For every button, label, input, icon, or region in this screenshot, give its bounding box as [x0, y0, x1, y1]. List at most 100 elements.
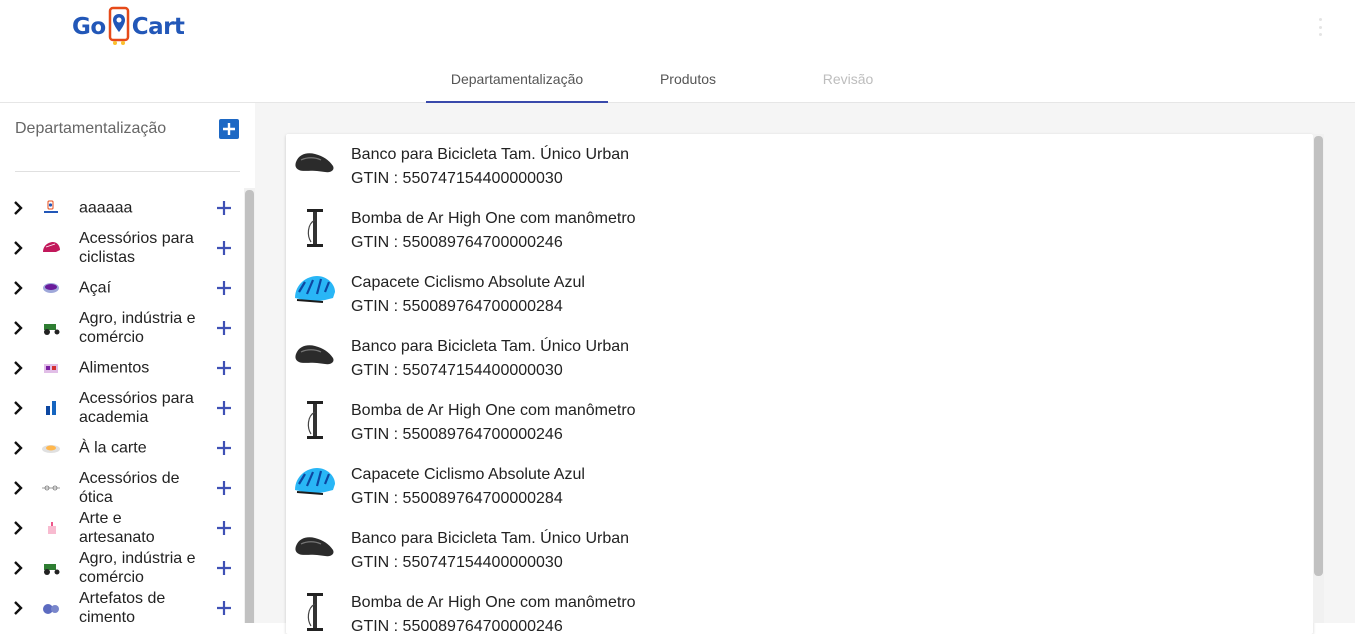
product-gtin: GTIN : 550089764700000246 — [351, 618, 563, 634]
tractor-thumb — [44, 564, 60, 575]
add-subdepartment-icon[interactable] — [216, 240, 232, 256]
department-label: Acessórios de ótica — [79, 470, 180, 506]
chevron-right-icon[interactable] — [11, 401, 25, 415]
tab-departamentalizacao[interactable]: Departamentalização — [426, 56, 608, 103]
department-label: Acessórios para academia — [79, 390, 194, 426]
product-name: Bomba de Ar High One com manômetro — [351, 402, 636, 419]
dumbbell-thumb — [46, 401, 56, 415]
chevron-right-icon[interactable] — [11, 481, 25, 495]
product-row[interactable]: Banco para Bicicleta Tam. Único Urban GT… — [286, 326, 1313, 390]
add-subdepartment-icon[interactable] — [216, 400, 232, 416]
product-list-card: Banco para Bicicleta Tam. Único Urban GT… — [286, 134, 1313, 634]
department-label: Agro, indústria e comércio — [79, 310, 196, 346]
add-subdepartment-icon[interactable] — [216, 560, 232, 576]
product-name: Capacete Ciclismo Absolute Azul — [351, 274, 585, 291]
department-item[interactable]: Alimentos — [0, 348, 245, 388]
department-item[interactable]: Artefatos de cimento — [0, 588, 245, 623]
department-item[interactable]: aaaaaa — [0, 188, 245, 228]
bike-seat-icon — [295, 153, 334, 173]
department-item[interactable]: Acessórios para academia — [0, 388, 245, 428]
product-name: Bomba de Ar High One com manômetro — [351, 594, 636, 611]
product-row[interactable]: Bomba de Ar High One com manômetro GTIN … — [286, 582, 1313, 634]
product-row[interactable]: Capacete Ciclismo Absolute Azul GTIN : 5… — [286, 262, 1313, 326]
food-thumb — [44, 364, 58, 373]
department-label: Açaí — [79, 279, 112, 297]
add-subdepartment-icon[interactable] — [216, 280, 232, 296]
chevron-right-icon[interactable] — [11, 601, 25, 615]
gocart-logo-thumb — [44, 200, 58, 213]
product-list-scroll-thumb[interactable] — [1314, 136, 1323, 576]
app-header: Go Cart Departamentalização Produtos Rev… — [0, 0, 1355, 103]
add-subdepartment-icon[interactable] — [216, 480, 232, 496]
product-name: Bomba de Ar High One com manômetro — [351, 210, 636, 227]
chevron-right-icon[interactable] — [11, 361, 25, 375]
add-subdepartment-icon[interactable] — [216, 200, 232, 216]
department-item[interactable]: Acessórios de ótica — [0, 468, 245, 508]
add-subdepartment-icon[interactable] — [216, 520, 232, 536]
product-row[interactable]: Banco para Bicicleta Tam. Único Urban GT… — [286, 518, 1313, 582]
add-subdepartment-icon[interactable] — [216, 600, 232, 616]
chevron-right-icon[interactable] — [11, 241, 25, 255]
product-gtin: GTIN : 550089764700000284 — [351, 298, 563, 315]
department-label: Alimentos — [79, 359, 150, 377]
bike-seat-icon — [295, 345, 334, 365]
plus-icon — [223, 123, 235, 135]
department-item[interactable]: Açaí — [0, 268, 245, 308]
product-row[interactable]: Banco para Bicicleta Tam. Único Urban GT… — [286, 134, 1313, 198]
department-label: À la carte — [79, 439, 147, 457]
sidebar-scroll-thumb[interactable] — [245, 190, 254, 623]
chevron-right-icon[interactable] — [11, 281, 25, 295]
product-row[interactable]: Bomba de Ar High One com manômetro GTIN … — [286, 198, 1313, 262]
department-label: Artefatos de cimento — [79, 590, 166, 623]
sidebar-divider — [15, 171, 240, 172]
chevron-right-icon[interactable] — [11, 321, 25, 335]
product-name: Banco para Bicicleta Tam. Único Urban — [351, 146, 630, 163]
department-item[interactable]: Acessórios para ciclistas — [0, 228, 245, 268]
department-label: aaaaaa — [79, 199, 133, 217]
helmet-icon — [295, 276, 335, 303]
logo-text-cart: Cart — [131, 14, 185, 40]
chevron-right-icon[interactable] — [11, 561, 25, 575]
helmet-icon — [295, 468, 335, 495]
department-label: Agro, indústria e comércio — [79, 550, 196, 586]
product-row[interactable]: Bomba de Ar High One com manômetro GTIN … — [286, 390, 1313, 454]
product-gtin: GTIN : 550089764700000284 — [351, 490, 563, 507]
air-pump-icon — [307, 209, 323, 247]
tractor-thumb — [44, 324, 60, 335]
acai-bowl-thumb — [43, 283, 59, 293]
bike-seat-icon — [295, 537, 334, 557]
add-subdepartment-icon[interactable] — [216, 360, 232, 376]
chevron-right-icon[interactable] — [11, 441, 25, 455]
sidebar-scrollbar[interactable] — [244, 188, 255, 623]
helmet-thumb — [43, 242, 60, 252]
product-gtin: GTIN : 550747154400000030 — [351, 362, 563, 379]
product-name: Banco para Bicicleta Tam. Único Urban — [351, 338, 630, 355]
more-options-icon[interactable] — [1317, 18, 1323, 36]
location-pin-icon — [108, 6, 129, 45]
product-gtin: GTIN : 550747154400000030 — [351, 170, 563, 187]
product-name: Banco para Bicicleta Tam. Único Urban — [351, 530, 630, 547]
department-item[interactable]: À la carte — [0, 428, 245, 468]
add-subdepartment-icon[interactable] — [216, 320, 232, 336]
tab-produtos[interactable]: Produtos — [608, 56, 768, 102]
chevron-right-icon[interactable] — [11, 521, 25, 535]
department-item[interactable]: Arte e artesanato — [0, 508, 245, 548]
glasses-thumb — [42, 485, 60, 491]
department-item[interactable]: Agro, indústria e comércio — [0, 308, 245, 348]
department-item[interactable]: Agro, indústria e comércio — [0, 548, 245, 588]
add-subdepartment-icon[interactable] — [216, 440, 232, 456]
tab-revisao: Revisão — [822, 71, 874, 87]
chevron-right-icon[interactable] — [11, 201, 25, 215]
product-row[interactable]: Capacete Ciclismo Absolute Azul GTIN : 5… — [286, 454, 1313, 518]
product-name: Capacete Ciclismo Absolute Azul — [351, 466, 585, 483]
logo-text-go: Go — [72, 14, 106, 40]
product-gtin: GTIN : 550089764700000246 — [351, 426, 563, 443]
product-list-scrollbar[interactable] — [1313, 134, 1324, 623]
cement-thumb — [43, 604, 59, 614]
air-pump-icon — [307, 593, 323, 631]
step-tabs: Departamentalização Produtos Revisão — [426, 56, 928, 103]
department-sidebar: Departamentalização aaaaaa Acessórios pa… — [0, 103, 255, 623]
gocart-logo[interactable]: Go Cart — [72, 4, 185, 50]
department-label: Arte e artesanato — [79, 510, 155, 546]
add-department-button[interactable] — [219, 119, 239, 139]
